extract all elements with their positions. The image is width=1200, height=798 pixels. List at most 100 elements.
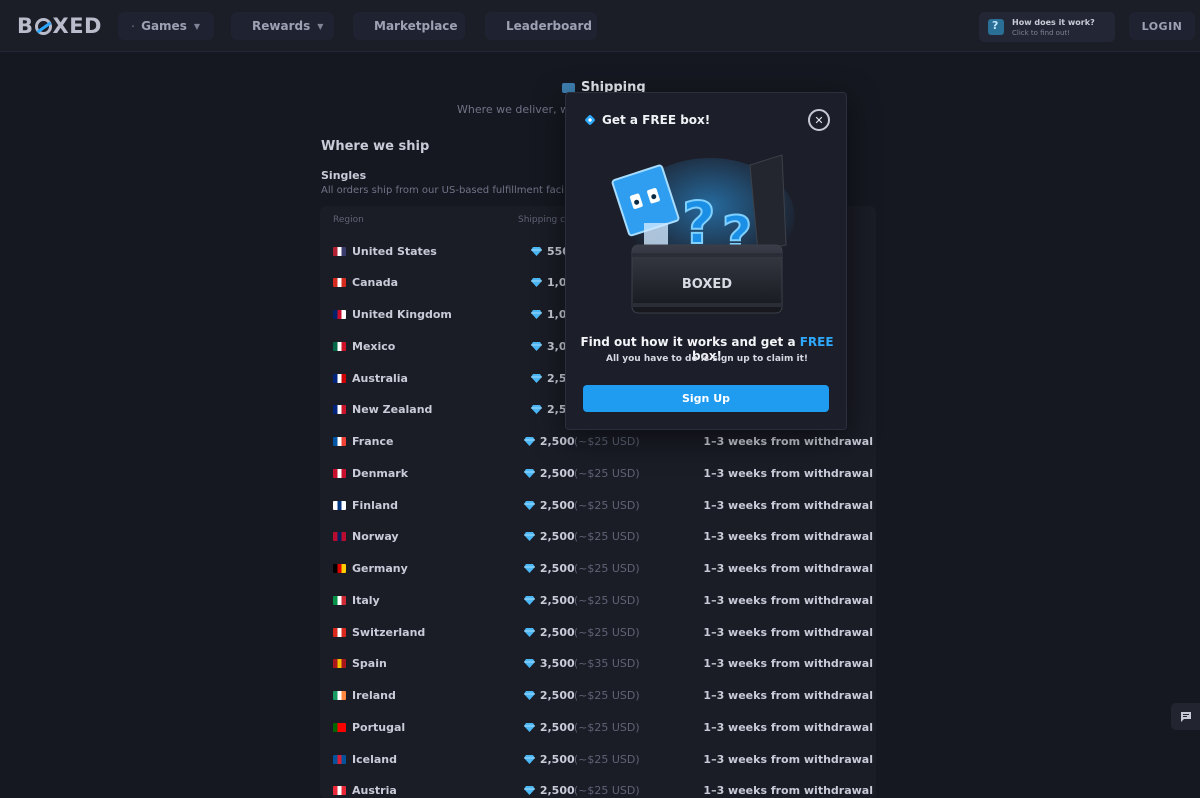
gem-icon	[531, 341, 542, 351]
modal-title-text: Get a FREE box!	[602, 113, 711, 127]
shipping-cost-usd: (~$25 USD)	[573, 435, 640, 448]
country-name: Spain	[352, 657, 387, 671]
gem-icon	[523, 564, 535, 573]
gem-icon	[531, 278, 542, 288]
delivery-time: 1–3 weeks from withdrawal	[703, 562, 873, 575]
country-name: Italy	[352, 593, 380, 607]
headline-free-highlight: FREE	[799, 335, 834, 349]
country-name: Canada	[352, 276, 399, 290]
country-name: Australia	[352, 371, 408, 385]
nav-leaderboard-button[interactable]: Leaderboard	[485, 12, 597, 40]
country-flag-icon	[333, 691, 346, 700]
shipping-cost-usd: (~$25 USD)	[573, 625, 640, 639]
country-flag-icon	[333, 659, 346, 669]
shipping-cost: 2,500	[539, 498, 575, 512]
table-row: Finland 2,500 (~$25 USD) 1–3 weeks from wit…	[333, 495, 873, 515]
country-flag-icon	[333, 373, 346, 383]
table-row: Germany 2,500 (~$25 USD) 1–3 weeks from wit…	[333, 559, 873, 579]
gem-icon	[523, 627, 535, 637]
delivery-time: 1–3 weeks from withdrawal	[703, 466, 873, 480]
delivery-time: 1–3 weeks from withdrawal	[703, 625, 873, 639]
nav-marketplace-label: Marketplace	[374, 19, 458, 33]
delivery-time: 1–3 weeks from withdrawal	[703, 530, 873, 544]
chat-button[interactable]	[1171, 703, 1200, 730]
delivery-time: 1–3 weeks from withdrawal	[703, 752, 873, 766]
shipping-cost: 2,500	[539, 562, 575, 575]
gem-icon	[531, 246, 542, 256]
shipping-cost-usd: (~$25 USD)	[573, 593, 640, 607]
close-button[interactable]: ✕	[808, 109, 830, 131]
table-row: Norway 2,500 (~$25 USD) 1–3 weeks from with…	[333, 527, 873, 547]
question-box-icon	[988, 19, 1004, 35]
shipping-cost-usd: (~$25 USD)	[573, 720, 640, 734]
how-it-works-subtitle: Click to find out!	[1012, 28, 1070, 37]
top-navbar: B XED Games ▼ Rewards ▼ Marketplace Lead…	[0, 0, 1200, 52]
table-row: Portugal 2,500 (~$25 USD) 1–3 weeks from wi…	[333, 717, 873, 737]
logo-letter-b: B	[17, 14, 34, 38]
gem-icon	[523, 437, 535, 446]
country-flag-icon	[333, 532, 346, 542]
country-flag-icon	[333, 341, 346, 351]
headline-text-pre: Find out how it works and get a	[580, 335, 800, 349]
country-name: Austria	[352, 784, 397, 798]
login-button[interactable]: LOGIN	[1129, 12, 1195, 40]
country-name: Germany	[352, 562, 408, 575]
table-row: Spain 3,500 (~$35 USD) 1–3 weeks from withd…	[333, 654, 873, 674]
singles-title: Singles	[321, 169, 367, 182]
chevron-down-icon: ▼	[317, 21, 324, 31]
logo-o-mark	[34, 17, 52, 35]
gem-icon	[531, 310, 542, 319]
shipping-cost: 2,500	[539, 466, 575, 480]
logo-letters: XED	[52, 14, 102, 38]
nav-games-button[interactable]: Games ▼	[118, 12, 214, 40]
sign-up-button[interactable]: Sign Up	[583, 385, 829, 412]
country-name: Norway	[352, 530, 399, 544]
country-name: Denmark	[352, 466, 409, 480]
country-name: Finland	[352, 498, 399, 512]
country-flag-icon	[333, 500, 346, 510]
gem-icon	[531, 405, 542, 415]
gem-icon	[523, 754, 535, 764]
gamepad-icon	[132, 25, 135, 27]
nav-rewards-button[interactable]: Rewards ▼	[231, 12, 334, 40]
country-flag-icon	[333, 595, 346, 605]
country-flag-icon	[333, 405, 346, 415]
shipping-cost-usd: (~$25 USD)	[573, 562, 640, 575]
delivery-time: 1–3 weeks from withdrawal	[703, 720, 873, 734]
gem-icon	[523, 659, 535, 669]
singles-description: All orders ship from our US-based fulfil…	[321, 185, 566, 196]
gem-icon	[523, 532, 535, 542]
delivery-time: 1–3 weeks from withdrawal	[703, 498, 873, 512]
country-flag-icon	[333, 754, 346, 764]
country-flag-icon	[333, 627, 346, 637]
diamond-icon	[585, 115, 595, 125]
column-header-region: Region	[333, 215, 364, 225]
how-it-works-card[interactable]: How does it work? Click to find out!	[979, 12, 1115, 42]
gem-icon	[523, 691, 535, 700]
shipping-cost: 2,500	[539, 720, 575, 734]
country-flag-icon	[333, 564, 346, 573]
country-flag-icon	[333, 437, 346, 446]
table-row: Denmark 2,500 (~$25 USD) 1–3 weeks from wit…	[333, 463, 873, 483]
delivery-time: 1–3 weeks from withdrawal	[703, 657, 873, 671]
shipping-cost-usd: (~$25 USD)	[573, 466, 640, 480]
gem-icon	[523, 468, 535, 478]
truck-icon	[562, 82, 575, 93]
modal-title: Get a FREE box!	[584, 113, 710, 127]
boxed-logo[interactable]: B XED	[17, 14, 102, 38]
column-header-cost: Shipping c	[518, 215, 566, 225]
delivery-time: 1–3 weeks from withdrawal	[703, 593, 873, 607]
country-name: Iceland	[352, 752, 397, 766]
country-flag-icon	[333, 278, 346, 288]
delivery-time: 1–3 weeks from withdrawal	[703, 689, 873, 702]
table-row: Switzerland 2,500 (~$25 USD) 1–3 weeks from…	[333, 622, 873, 642]
table-row: France 2,500 (~$25 USD) 1–3 weeks from with…	[333, 432, 873, 452]
shipping-cost-usd: (~$25 USD)	[573, 498, 640, 512]
nav-marketplace-button[interactable]: Marketplace	[353, 12, 465, 40]
country-flag-icon	[333, 722, 346, 732]
shipping-cost-usd: (~$35 USD)	[573, 657, 640, 671]
modal-subline: All you have to do is sign up to claim i…	[605, 354, 808, 364]
delivery-time: 1–3 weeks from withdrawal	[703, 784, 873, 798]
country-flag-icon	[333, 246, 346, 256]
shipping-cost-usd: (~$25 USD)	[573, 784, 640, 798]
